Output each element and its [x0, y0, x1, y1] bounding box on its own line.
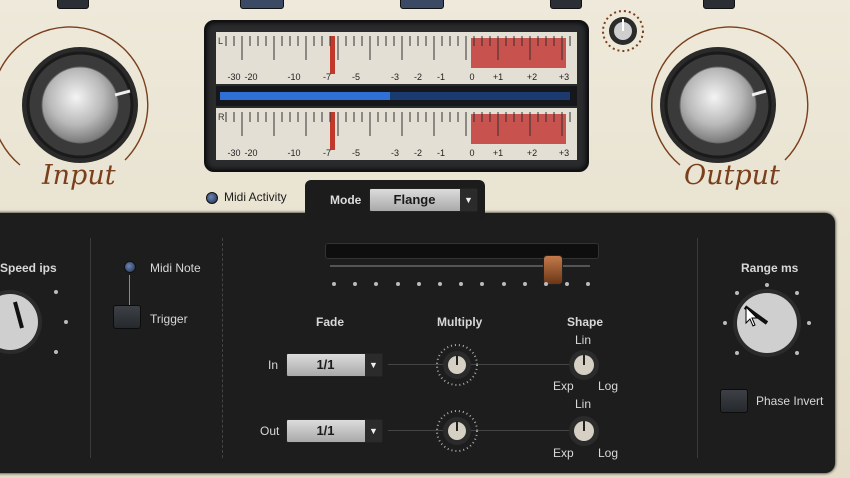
- top-toggle-3[interactable]: [400, 0, 444, 9]
- top-toggle-5[interactable]: [703, 0, 735, 9]
- meter-scale-label: +2: [526, 148, 538, 158]
- meter-channel-l: L: [218, 36, 224, 46]
- small-trim-knob[interactable]: [600, 8, 646, 54]
- shape-in-exp-label: Exp: [553, 379, 574, 393]
- meter-scale-label: -1: [436, 148, 445, 158]
- meter-scale-label: 0: [469, 72, 475, 82]
- out-label: Out: [260, 424, 280, 438]
- top-toggle-2[interactable]: [240, 0, 284, 9]
- top-toggle-1[interactable]: [57, 0, 89, 9]
- meter-scale-label: 0: [469, 148, 475, 158]
- range-knob[interactable]: [715, 283, 825, 373]
- chevron-down-icon: ▼: [460, 189, 477, 211]
- meter-scale-label: +3: [558, 72, 570, 82]
- meter-scale-label: -7: [322, 148, 331, 158]
- meter-scale-label: +1: [492, 72, 504, 82]
- slider-dot: [332, 282, 336, 286]
- meter-channel-r: R: [218, 112, 225, 122]
- trigger-button[interactable]: [113, 305, 141, 329]
- fade-in-value: 1/1: [316, 357, 335, 372]
- slider-dot: [501, 282, 506, 286]
- in-label: In: [268, 358, 279, 372]
- meter-scale-label: -10: [287, 148, 301, 158]
- fade-out-dropdown[interactable]: 1/1 ▼: [286, 419, 383, 443]
- shape-in-log-label: Log: [598, 379, 619, 393]
- slider-dot: [395, 282, 400, 286]
- meter-scale-label: -20: [244, 148, 258, 158]
- mouse-cursor-icon: [745, 306, 759, 327]
- range-ms-label: Range ms: [741, 261, 799, 275]
- shape-out-lin-label: Lin: [575, 397, 592, 411]
- midi-note-led: [124, 261, 136, 273]
- meter-scale-label: -3: [390, 148, 399, 158]
- shape-out-log-label: Log: [598, 446, 619, 460]
- chevron-down-icon: ▼: [365, 354, 382, 376]
- slider-dot: [522, 282, 527, 286]
- midi-connector: [129, 275, 130, 305]
- output-label: Output: [684, 160, 780, 191]
- shape-out-knob[interactable]: [566, 413, 602, 449]
- slider-handle[interactable]: [543, 255, 563, 285]
- midi-activity-led: [206, 191, 218, 204]
- meter-scale-label: -2: [413, 148, 422, 158]
- chevron-down-icon: ▼: [365, 420, 382, 442]
- shape-in-knob[interactable]: [566, 347, 602, 383]
- input-label: Input: [42, 160, 116, 191]
- meter-scale-label: +1: [492, 148, 504, 158]
- mode-value: Flange: [393, 192, 436, 207]
- meter-scale-label: -30: [227, 72, 241, 82]
- meter-scale-label: -1: [436, 72, 445, 82]
- midi-activity-indicator: Midi Activity: [206, 190, 287, 204]
- connector-in: [388, 364, 588, 365]
- shape-label: Shape: [567, 315, 604, 329]
- mode-label: Mode: [330, 193, 362, 207]
- meter-scale-label: -2: [413, 72, 422, 82]
- slider-dot: [438, 282, 442, 286]
- midi-activity-label: Midi Activity: [224, 190, 287, 204]
- meter-scale-label: -30: [227, 148, 241, 158]
- shape-out-exp-label: Exp: [553, 446, 574, 460]
- divider-2: [222, 238, 224, 458]
- speed-ips-label: Speed ips: [0, 261, 57, 275]
- fade-label: Fade: [316, 315, 345, 329]
- multiply-label: Multiply: [437, 315, 483, 329]
- phase-invert-label: Phase Invert: [756, 394, 824, 408]
- fade-out-value: 1/1: [316, 423, 335, 438]
- meter-scale-label: -3: [390, 72, 399, 82]
- multiply-in-knob[interactable]: [435, 343, 479, 387]
- speed-knob[interactable]: [0, 280, 80, 370]
- shape-in-lin-label: Lin: [575, 333, 592, 347]
- meter-scale-label: +3: [558, 148, 570, 158]
- meter-scale-label: -10: [287, 72, 301, 82]
- meter-scale-label: -20: [244, 72, 258, 82]
- divider-3: [697, 238, 698, 458]
- meter-scale-label: -7: [322, 72, 331, 82]
- input-knob[interactable]: [0, 25, 170, 175]
- meter-scale-label: -5: [351, 148, 360, 158]
- trigger-label: Trigger: [150, 312, 188, 326]
- output-knob[interactable]: [640, 25, 830, 175]
- meter-scale-label: +2: [526, 72, 538, 82]
- divider-1: [90, 238, 91, 458]
- mode-dropdown[interactable]: Flange ▼: [369, 188, 478, 212]
- slider-dot: [416, 282, 421, 286]
- phase-invert-button[interactable]: [720, 389, 748, 413]
- slider-dot: [544, 282, 548, 286]
- multiply-out-knob[interactable]: [435, 409, 479, 453]
- top-toggle-4[interactable]: [550, 0, 582, 9]
- connector-out: [388, 430, 588, 431]
- meter-scale-label: -5: [351, 72, 360, 82]
- fade-in-dropdown[interactable]: 1/1 ▼: [286, 353, 383, 377]
- vu-meter: L R -30 -20 -10 -7 -5 -3 -2 -1 0 +1 +2 +3 -30 -20 -10-…: [204, 20, 589, 172]
- midi-note-label: Midi Note: [150, 261, 201, 275]
